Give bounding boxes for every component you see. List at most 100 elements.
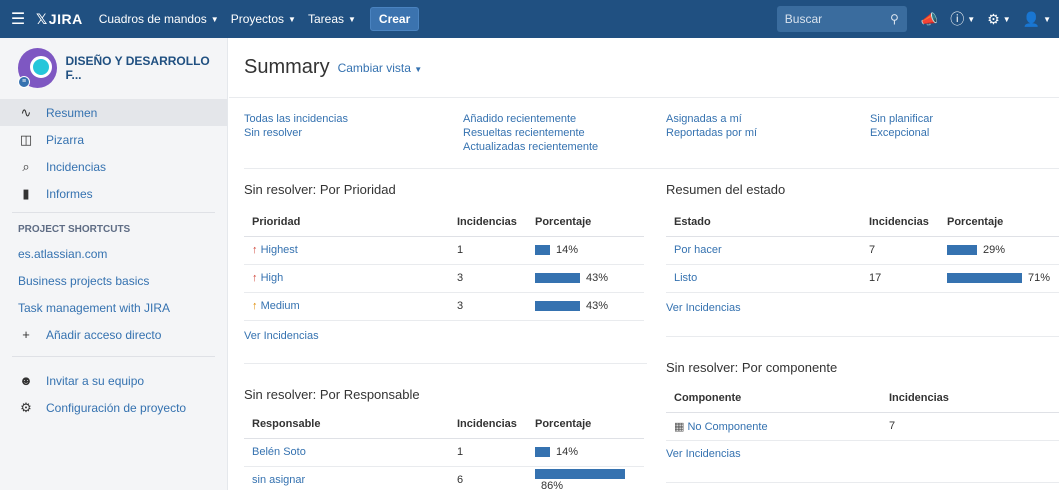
percentage-label: 43% (586, 272, 609, 285)
project-avatar: ≡ (18, 48, 58, 88)
main-content: Summary Cambiar vista ▼ Todas las incide… (229, 38, 1059, 490)
pulse-icon: ∿ (20, 104, 32, 120)
filter-link[interactable]: Reportadas por mí (666, 126, 757, 140)
gadget-divider (666, 336, 1059, 337)
sidebar-item-board[interactable]: ◫ Pizarra (0, 126, 227, 153)
page-title: Summary (244, 56, 330, 78)
shortcut-link[interactable]: Business projects basics (0, 267, 227, 294)
chevron-down-icon: ▼ (1043, 14, 1051, 24)
count-cell: 17 (861, 264, 939, 293)
project-settings-link[interactable]: ⚙ Configuración de proyecto (0, 394, 227, 421)
search-list-icon: ⌕ (22, 158, 30, 174)
filter-link[interactable]: Resueltas recientemente (463, 126, 598, 140)
priority-link[interactable]: Highest (261, 244, 298, 256)
page-header: Summary Cambiar vista ▼ (229, 38, 1059, 98)
count-cell: 6 (449, 466, 527, 490)
percentage-bar (535, 273, 580, 284)
filter-link[interactable]: Sin planificar (870, 112, 933, 126)
percentage-bar (535, 301, 580, 312)
arrow-up-icon: ↑ (252, 300, 258, 312)
project-header[interactable]: ≡ DISEÑO Y DESARROLLO F... (0, 38, 227, 98)
nav-projects[interactable]: Proyectos ▼ (225, 0, 302, 38)
filter-link[interactable]: Excepcional (870, 126, 933, 140)
nav-dashboards[interactable]: Cuadros de mandos ▼ (93, 0, 225, 38)
table-row: sin asignar 6 86% (244, 466, 644, 490)
sidebar-divider (12, 212, 215, 213)
view-issues-link[interactable]: Ver Incidencias (244, 330, 319, 342)
help-icon[interactable]: ⓘ ▼ (944, 9, 981, 29)
component-table: Componente Incidencias ▦ No Componente 7 (666, 384, 1059, 441)
percentage-bar (535, 469, 625, 480)
issue-filters: Todas las incidencias Sin resolver Añadi… (244, 112, 1059, 172)
priority-table: Prioridad Incidencias Porcentaje ↑ Highe… (244, 208, 644, 321)
user-avatar-icon[interactable]: 👤 ▼ (1017, 11, 1057, 28)
chevron-down-icon: ▼ (348, 14, 356, 24)
view-issues-link[interactable]: Ver Incidencias (666, 448, 741, 460)
sidebar-divider (12, 356, 215, 357)
search-icon: ⚲ (890, 12, 899, 26)
chevron-down-icon: ▼ (967, 14, 976, 24)
shortcut-link[interactable]: Task management with JIRA (0, 294, 227, 321)
sidebar-item-issues[interactable]: ⌕ Incidencias (0, 153, 227, 180)
filter-link[interactable]: Añadido recientemente (463, 112, 598, 126)
column-header: Incidencias (881, 384, 1059, 413)
priority-link[interactable]: High (261, 272, 284, 284)
chevron-down-icon: ▼ (288, 14, 296, 24)
count-cell: 3 (449, 292, 527, 321)
priority-link[interactable]: Medium (261, 300, 300, 312)
percentage-label: 43% (586, 300, 609, 313)
invite-team-button[interactable]: ☻ Invitar a su equipo (0, 367, 227, 394)
assignee-table: Responsable Incidencias Porcentaje Belén… (244, 410, 644, 490)
sidebar-item-reports[interactable]: ▮ Informes (0, 180, 227, 207)
create-button[interactable]: Crear (369, 7, 420, 31)
table-row: ↑ High 3 43% (244, 264, 644, 293)
assignee-link[interactable]: Belén Soto (252, 446, 306, 458)
component-icon: ▦ (674, 420, 685, 433)
table-row: Listo 17 71% (666, 264, 1059, 293)
count-cell: 1 (449, 236, 527, 265)
column-header: Prioridad (244, 208, 449, 237)
gear-icon[interactable]: ⚙ ▼ (981, 11, 1016, 28)
assignee-gadget-title: Sin resolver: Por Responsable (244, 387, 420, 402)
nav-issues[interactable]: Tareas ▼ (302, 0, 362, 38)
chevron-down-icon: ▼ (210, 14, 219, 24)
count-cell: 7 (861, 236, 939, 265)
filter-link[interactable]: Sin resolver (244, 126, 348, 140)
chevron-down-icon: ▼ (414, 64, 423, 74)
table-row: Por hacer 7 29% (666, 236, 1059, 265)
filter-link[interactable]: Actualizadas recientemente (463, 140, 598, 154)
count-cell: 3 (449, 264, 527, 293)
board-icon: ◫ (19, 131, 33, 147)
assignee-link[interactable]: sin asignar (252, 474, 305, 486)
status-link[interactable]: Listo (674, 272, 697, 284)
table-row: ↑ Highest 1 14% (244, 236, 644, 265)
component-link[interactable]: No Componente (687, 421, 767, 433)
project-sidebar: ≡ DISEÑO Y DESARROLLO F... ∿ Resumen ◫ P… (0, 38, 228, 490)
change-view-dropdown[interactable]: Cambiar vista ▼ (338, 61, 423, 75)
status-link[interactable]: Por hacer (674, 244, 722, 256)
business-badge-icon: ≡ (18, 76, 30, 88)
notifications-icon[interactable]: 📣 (915, 11, 944, 28)
table-row: Belén Soto 1 14% (244, 438, 644, 467)
column-header: Componente (666, 384, 881, 413)
percentage-bar (535, 245, 550, 256)
hamburger-icon[interactable]: ☰ (0, 0, 36, 38)
add-shortcut-button[interactable]: + Añadir acceso directo (0, 321, 227, 348)
search-input[interactable]: Buscar ⚲ (776, 6, 907, 32)
filter-link[interactable]: Asignadas a mí (666, 112, 757, 126)
column-header: Incidencias (449, 208, 527, 237)
column-header: Porcentaje (527, 208, 644, 237)
column-header: Estado (666, 208, 861, 237)
sidebar-item-summary[interactable]: ∿ Resumen (0, 99, 227, 126)
count-cell: 7 (881, 412, 1059, 441)
shortcut-link[interactable]: es.atlassian.com (0, 240, 227, 267)
priority-gadget-title: Sin resolver: Por Prioridad (244, 182, 396, 197)
filter-link[interactable]: Todas las incidencias (244, 112, 348, 126)
jira-logo-icon: 𝕏 (36, 10, 48, 27)
percentage-label: 71% (1028, 272, 1051, 285)
percentage-label: 14% (556, 244, 579, 257)
view-issues-link[interactable]: Ver Incidencias (666, 302, 741, 314)
project-name: DISEÑO Y DESARROLLO F... (65, 54, 210, 82)
jira-logo[interactable]: 𝕏 JIRA (36, 11, 83, 28)
percentage-bar (947, 245, 977, 256)
